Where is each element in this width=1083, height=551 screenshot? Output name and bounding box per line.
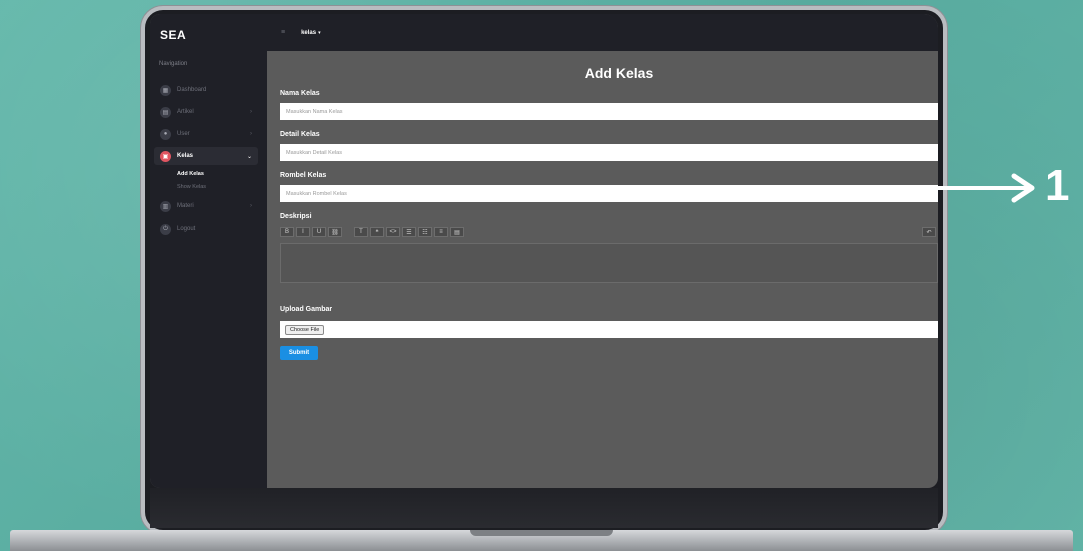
topbar: ≡ kelas ▾ bbox=[267, 14, 938, 51]
sidebar-item-label: Kelas bbox=[177, 153, 194, 159]
rombel-kelas-label: Rombel Kelas bbox=[280, 172, 327, 179]
article-icon: ▤ bbox=[160, 106, 171, 118]
bold-icon[interactable]: B bbox=[280, 227, 294, 237]
chevron-right-icon: › bbox=[250, 109, 252, 115]
submit-button[interactable]: Submit bbox=[280, 346, 318, 360]
user-icon: ● bbox=[160, 128, 171, 140]
brand-logo[interactable]: SEA bbox=[160, 28, 186, 42]
detail-kelas-input[interactable] bbox=[280, 144, 938, 161]
undo-icon[interactable]: ↶ bbox=[922, 227, 936, 237]
sidebar-item-label: Dashboard bbox=[177, 87, 207, 93]
sidebar-subitem-show-kelas[interactable]: Show Kelas bbox=[177, 184, 206, 190]
logout-icon: ⏻ bbox=[160, 223, 171, 235]
sidebar-item-label: Artikel bbox=[177, 109, 194, 115]
link-icon[interactable]: ⛓ bbox=[328, 227, 342, 237]
chevron-down-icon: ⌄ bbox=[246, 153, 252, 160]
sidebar-item-label: User bbox=[177, 131, 190, 137]
sidebar-item-logout[interactable]: ⏻ Logout bbox=[154, 220, 258, 238]
topbar-breadcrumb[interactable]: kelas bbox=[301, 30, 316, 36]
laptop-screen: SEA Navigation ▦ Dashboard ▤ Artikel › ●… bbox=[150, 14, 938, 488]
deskripsi-label: Deskripsi bbox=[280, 213, 312, 220]
sidebar-item-materi[interactable]: ▥ Materi › bbox=[154, 197, 258, 215]
main-content: Add Kelas Nama Kelas Detail Kelas Rombel… bbox=[267, 51, 938, 488]
upload-gambar-label: Upload Gambar bbox=[280, 306, 333, 313]
sidebar-subitem-add-kelas[interactable]: Add Kelas bbox=[177, 171, 204, 177]
bullet-list-icon[interactable]: ☰ bbox=[402, 227, 416, 237]
quote-icon[interactable]: ❝ bbox=[370, 227, 384, 237]
chevron-right-icon: › bbox=[250, 203, 252, 209]
choose-file-button[interactable]: Choose File bbox=[285, 324, 325, 335]
deskripsi-editor[interactable] bbox=[280, 243, 938, 283]
upload-gambar-input[interactable]: Choose File bbox=[280, 321, 938, 338]
font-size-icon[interactable]: T bbox=[354, 227, 368, 237]
more-icon[interactable]: ▤ bbox=[450, 227, 464, 237]
laptop-base-notch bbox=[470, 530, 613, 536]
underline-icon[interactable]: U bbox=[312, 227, 326, 237]
detail-kelas-label: Detail Kelas bbox=[280, 131, 320, 138]
sidebar-item-user[interactable]: ● User › bbox=[154, 125, 258, 143]
chevron-right-icon: › bbox=[250, 131, 252, 137]
nama-kelas-label: Nama Kelas bbox=[280, 90, 320, 97]
sidebar: SEA Navigation ▦ Dashboard ▤ Artikel › ●… bbox=[150, 14, 267, 488]
annotation-arrow-icon bbox=[1011, 173, 1035, 203]
sidebar-item-label: Logout bbox=[177, 226, 196, 232]
italic-icon[interactable]: I bbox=[296, 227, 310, 237]
sidebar-item-label: Materi bbox=[177, 203, 194, 209]
page-title: Add Kelas bbox=[584, 65, 654, 81]
rombel-kelas-input[interactable] bbox=[280, 185, 938, 202]
nama-kelas-input[interactable] bbox=[280, 103, 938, 120]
editor-toolbar: B I U ⛓ T ❝ <> ☰ ☷ ≡ ▤ ↶ bbox=[280, 226, 938, 238]
align-icon[interactable]: ≡ bbox=[434, 227, 448, 237]
sidebar-item-dashboard[interactable]: ▦ Dashboard bbox=[154, 81, 258, 99]
nav-heading: Navigation bbox=[159, 61, 188, 67]
keyboard-reflection bbox=[150, 488, 938, 528]
sidebar-item-artikel[interactable]: ▤ Artikel › bbox=[154, 103, 258, 121]
menu-icon[interactable]: ≡ bbox=[281, 29, 285, 36]
dashboard-icon: ▦ bbox=[160, 84, 171, 96]
code-icon[interactable]: <> bbox=[386, 227, 400, 237]
chevron-down-icon: ▾ bbox=[318, 29, 321, 36]
annotation-number: 1 bbox=[1045, 161, 1070, 210]
class-icon: ▣ bbox=[160, 150, 171, 162]
sidebar-item-kelas[interactable]: ▣ Kelas ⌄ bbox=[154, 147, 258, 165]
numbered-list-icon[interactable]: ☷ bbox=[418, 227, 432, 237]
material-icon: ▥ bbox=[160, 200, 171, 212]
